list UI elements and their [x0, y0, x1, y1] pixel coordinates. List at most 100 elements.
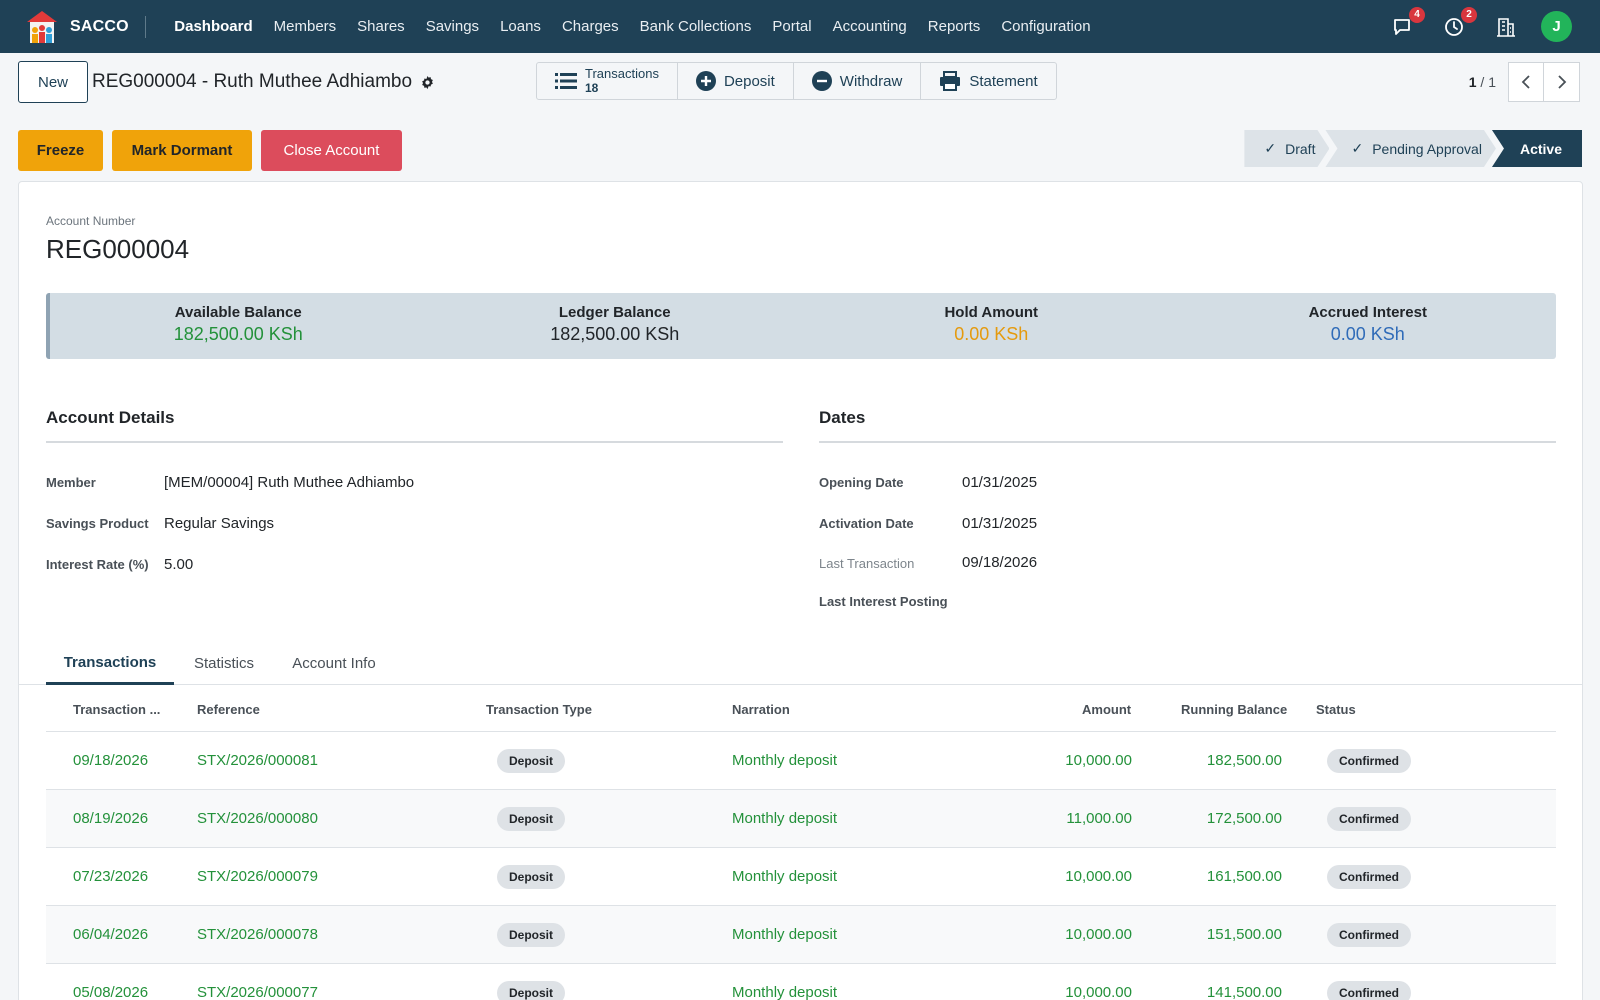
column-header-date[interactable]: Transaction ...: [73, 702, 160, 717]
app-name: SACCO: [70, 17, 129, 35]
menu-item-portal[interactable]: Portal: [762, 0, 822, 53]
cell-narration: Monthly deposit: [732, 868, 838, 885]
menu-item-charges[interactable]: Charges: [551, 0, 629, 53]
pager-next-button[interactable]: [1544, 62, 1580, 102]
column-header-narration[interactable]: Narration: [732, 702, 790, 717]
table-row[interactable]: 08/19/2026 STX/2026/000080 Deposit Month…: [46, 790, 1556, 848]
activation-date-value[interactable]: 01/31/2025: [962, 515, 1037, 532]
tab-statistics[interactable]: Statistics: [174, 642, 274, 685]
cell-narration: Monthly deposit: [732, 984, 838, 1000]
cell-reference: STX/2026/000081: [197, 752, 318, 769]
breadcrumb: REG000004 - Ruth Muthee Adhiambo: [92, 71, 435, 93]
menu-item-shares[interactable]: Shares: [347, 0, 416, 53]
messages-button[interactable]: 4: [1391, 6, 1425, 38]
chat-icon: [1394, 18, 1410, 35]
gear-icon[interactable]: [420, 75, 435, 90]
pager: 1 / 1: [1469, 62, 1580, 102]
table-row[interactable]: 09/18/2026 STX/2026/000081 Deposit Month…: [46, 732, 1556, 790]
column-header-amount[interactable]: Amount: [1082, 702, 1131, 717]
activities-badge: 2: [1461, 6, 1477, 23]
member-value[interactable]: [MEM/00004] Ruth Muthee Adhiambo: [164, 474, 414, 491]
chevron-left-icon: [1521, 75, 1530, 89]
available-balance-label: Available Balance: [174, 304, 302, 321]
menu-item-members[interactable]: Members: [263, 0, 347, 53]
hold-amount: Hold Amount 0.00 KSh: [803, 293, 1180, 359]
form-statusbar-row: Freeze Mark Dormant Close Account ✓ Draf…: [0, 111, 1600, 181]
menu-item-dashboard[interactable]: Dashboard: [164, 0, 263, 53]
cell-narration: Monthly deposit: [732, 926, 838, 943]
cell-amount: 10,000.00: [1065, 926, 1132, 943]
top-navbar: SACCO Dashboard Members Shares Savings L…: [0, 0, 1600, 53]
tab-account-info[interactable]: Account Info: [274, 642, 394, 685]
status-badge: Confirmed: [1327, 807, 1411, 831]
activation-date-label: Activation Date: [819, 516, 914, 531]
cell-amount: 10,000.00: [1065, 868, 1132, 885]
interest-rate-label: Interest Rate (%): [46, 557, 149, 572]
check-icon: ✓: [1264, 140, 1277, 156]
menu-item-reports[interactable]: Reports: [917, 0, 991, 53]
stage-label: Pending Approval: [1372, 140, 1482, 157]
menu-item-bank-collections[interactable]: Bank Collections: [629, 0, 762, 53]
user-avatar[interactable]: J: [1541, 11, 1572, 42]
deposit-button[interactable]: Deposit: [678, 63, 794, 99]
cell-type-badge: Deposit: [497, 923, 566, 947]
brand[interactable]: SACCO: [0, 0, 129, 53]
column-header-reference[interactable]: Reference: [197, 702, 260, 717]
stage-pending-approval[interactable]: ✓ Pending Approval: [1325, 130, 1496, 167]
tab-transactions[interactable]: Transactions: [46, 642, 174, 685]
table-row[interactable]: 06/04/2026 STX/2026/000078 Deposit Month…: [46, 906, 1556, 964]
check-icon: ✓: [1351, 140, 1364, 156]
close-account-button[interactable]: Close Account: [261, 130, 402, 171]
print-icon: [940, 71, 961, 91]
ledger-balance: Ledger Balance 182,500.00 KSh: [427, 293, 804, 359]
cell-type-badge: Deposit: [497, 981, 566, 1000]
cell-type-badge: Deposit: [497, 865, 566, 889]
menu-item-accounting[interactable]: Accounting: [822, 0, 917, 53]
table-row[interactable]: 05/08/2026 STX/2026/000077 Deposit Month…: [46, 964, 1556, 1000]
menu-item-configuration[interactable]: Configuration: [991, 0, 1101, 53]
stage-draft[interactable]: ✓ Draft: [1244, 130, 1329, 167]
column-header-status[interactable]: Status: [1316, 702, 1356, 717]
ledger-balance-value: 182,500.00 KSh: [550, 324, 680, 344]
menu-item-savings[interactable]: Savings: [415, 0, 489, 53]
stage-label: Draft: [1285, 140, 1316, 157]
accrued-interest: Accrued Interest 0.00 KSh: [1180, 293, 1557, 359]
status-badge: Confirmed: [1327, 981, 1411, 1000]
minus-circle-icon: [811, 71, 832, 91]
withdraw-button[interactable]: Withdraw: [794, 63, 922, 99]
available-balance-value: 182,500.00 KSh: [173, 324, 303, 344]
statement-button[interactable]: Statement: [921, 63, 1055, 99]
pager-value: 1 / 1: [1469, 74, 1496, 90]
menu-item-loans[interactable]: Loans: [490, 0, 552, 53]
new-button[interactable]: New: [18, 61, 88, 103]
list-icon: [555, 73, 577, 89]
cell-amount: 10,000.00: [1065, 984, 1132, 1000]
savings-product-label: Savings Product: [46, 516, 149, 531]
status-badge: Confirmed: [1327, 749, 1411, 773]
pager-current: 1: [1468, 74, 1477, 90]
transactions-table: Transaction ... Reference Transaction Ty…: [46, 686, 1556, 1000]
table-row[interactable]: 07/23/2026 STX/2026/000079 Deposit Month…: [46, 848, 1556, 906]
cell-running-balance: 161,500.00: [1206, 868, 1282, 885]
dates-title: Dates: [819, 408, 866, 427]
main-menu: Dashboard Members Shares Savings Loans C…: [164, 0, 1101, 53]
interest-rate-value[interactable]: 5.00: [164, 556, 193, 573]
smart-button-box: Transactions 18 Deposit Withdraw Stateme…: [536, 62, 1057, 100]
column-header-type[interactable]: Transaction Type: [486, 702, 592, 717]
cell-type-badge: Deposit: [497, 749, 566, 773]
transactions-smart-button[interactable]: Transactions 18: [537, 63, 678, 99]
pager-total: / 1: [1480, 74, 1496, 90]
pager-previous-button[interactable]: [1508, 62, 1544, 102]
freeze-button[interactable]: Freeze: [18, 130, 103, 171]
cell-date: 06/04/2026: [73, 926, 149, 943]
column-header-running-balance[interactable]: Running Balance: [1181, 702, 1287, 717]
activities-button[interactable]: 2: [1443, 6, 1477, 38]
company-switcher[interactable]: [1495, 16, 1517, 38]
stage-active[interactable]: Active: [1491, 130, 1582, 167]
chevron-right-icon: [1557, 75, 1566, 89]
mark-dormant-button[interactable]: Mark Dormant: [112, 130, 252, 171]
transactions-label: Transactions: [585, 66, 659, 81]
savings-product-value[interactable]: Regular Savings: [164, 515, 274, 532]
opening-date-value[interactable]: 01/31/2025: [962, 474, 1037, 491]
cell-amount: 11,000.00: [1066, 810, 1132, 827]
